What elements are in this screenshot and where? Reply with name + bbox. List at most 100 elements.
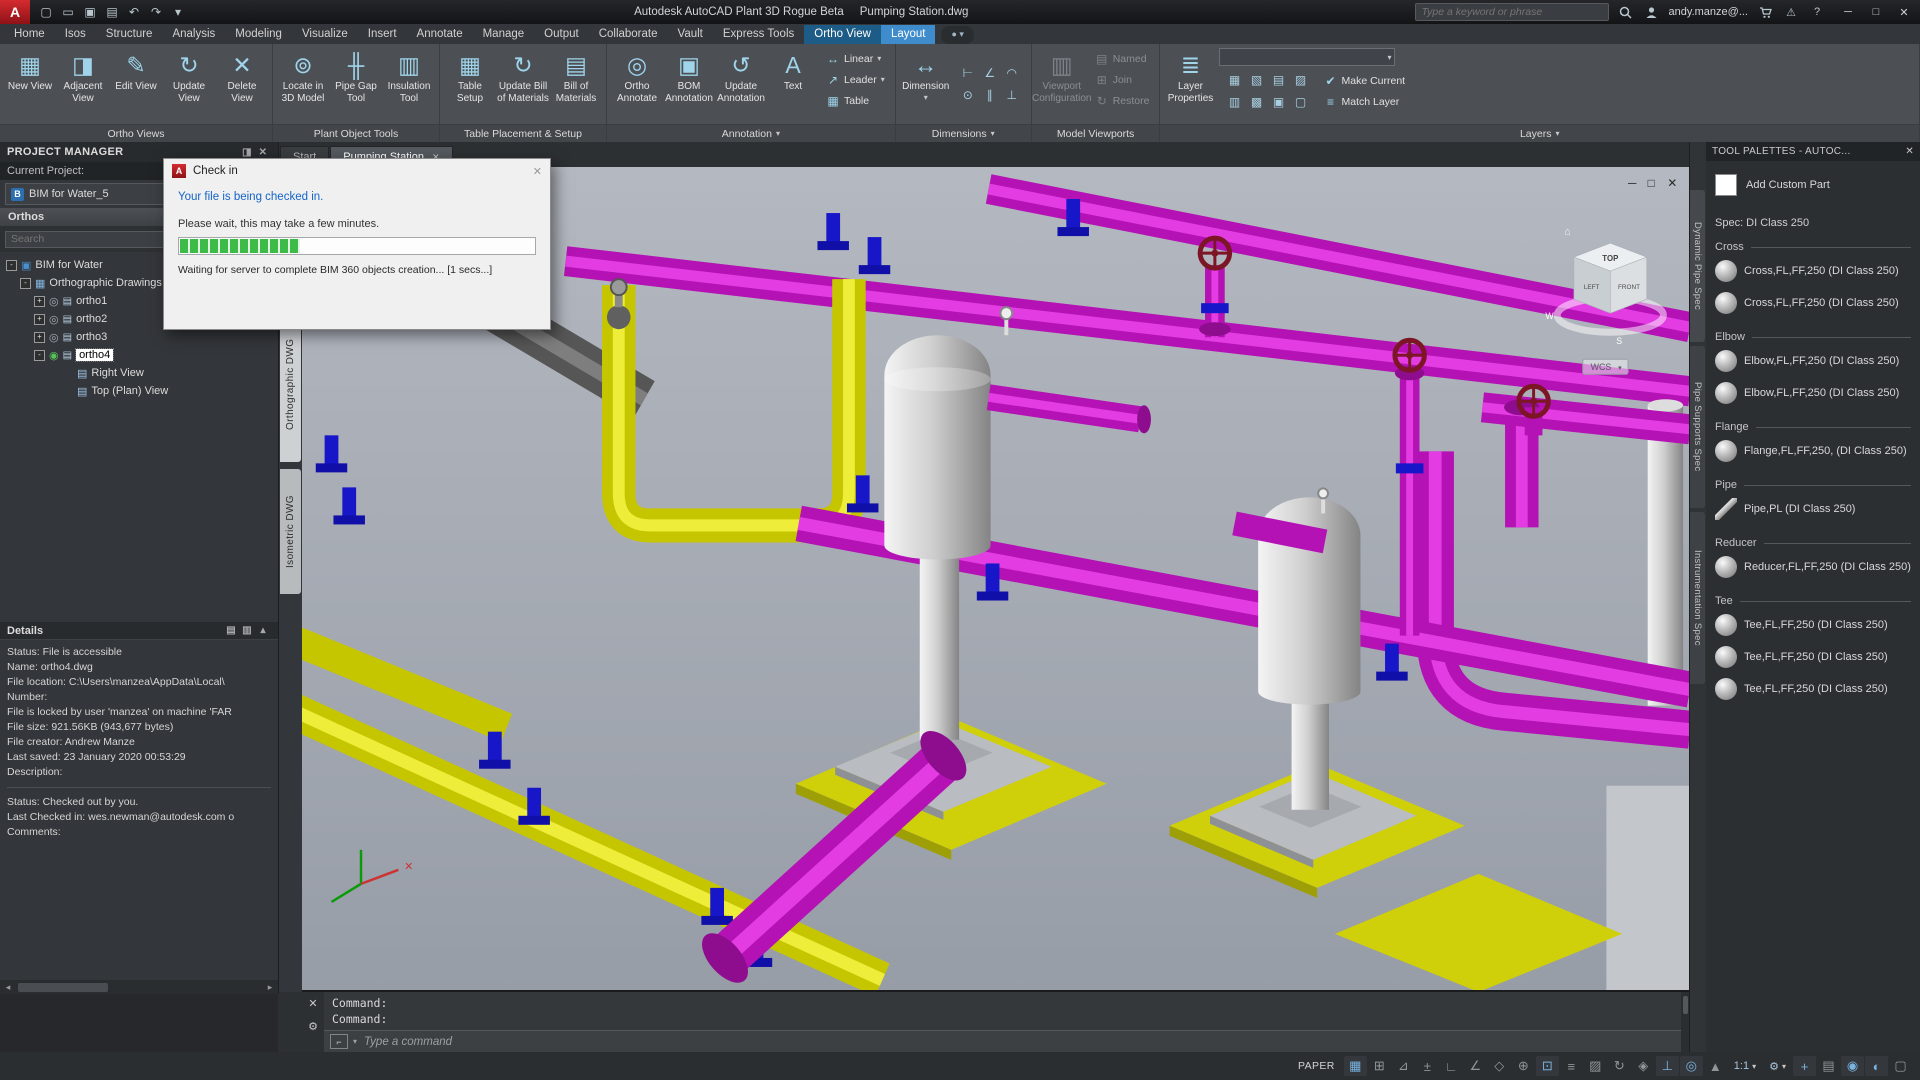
save-icon[interactable]: ▣ <box>80 2 100 22</box>
paper-space-indicator[interactable]: PAPER <box>1298 1060 1335 1072</box>
command-customize-icon[interactable]: ⚙ <box>308 1020 318 1033</box>
panel-label-ortho-views[interactable]: Ortho Views <box>0 124 272 142</box>
details-header[interactable]: Details ▤ ▥ ▴ <box>0 622 278 639</box>
part-icon[interactable] <box>1715 498 1737 520</box>
dropdown-arrow-icon[interactable]: ▾ <box>877 54 881 63</box>
chevron-down-icon[interactable]: ▾ <box>1387 53 1391 62</box>
viewport-restore-icon[interactable]: □ <box>1648 176 1655 190</box>
ribbon-small-button[interactable]: ↻ Restore <box>1091 90 1154 111</box>
dropdown-arrow-icon[interactable]: ▾ <box>924 93 928 102</box>
ribbon-button[interactable]: ╫ Pipe Gap Tool <box>330 46 382 122</box>
help-icon[interactable]: ? <box>1808 3 1826 21</box>
chevron-down-icon[interactable]: ▾ <box>353 1037 357 1046</box>
layer-tool-icon[interactable]: ▥ <box>1223 91 1245 113</box>
ribbon-button[interactable]: ✕ Delete View <box>216 46 268 122</box>
transparency-icon[interactable]: ▨ <box>1584 1056 1607 1076</box>
new-file-icon[interactable]: ▢ <box>36 2 56 22</box>
chevron-down-icon[interactable]: ▾ <box>1618 365 1622 372</box>
palette-row[interactable]: Cross,FL,FF,250 (DI Class 250) Cross,FL,… <box>1715 255 1911 287</box>
expand-toggle-icon[interactable]: + <box>34 296 45 307</box>
annotation-monitor-icon[interactable]: + <box>1793 1056 1816 1076</box>
panel-label-table-placement[interactable]: Table Placement & Setup <box>440 124 606 142</box>
viewcube-front-face[interactable]: FRONT <box>1618 284 1640 291</box>
add-custom-part-button[interactable]: Add Custom Part <box>1715 169 1911 201</box>
part-icon[interactable] <box>1715 440 1737 462</box>
palette-tab[interactable]: Instrumentation Spec <box>1690 512 1705 684</box>
3d-object-snap-icon[interactable]: ◈ <box>1632 1056 1655 1076</box>
panel-label-annotation[interactable]: Annotation ▾ <box>607 124 895 142</box>
dimension-tool-icon[interactable]: ◠ <box>1001 62 1023 84</box>
expand-toggle-icon[interactable]: - <box>34 350 45 361</box>
command-input[interactable] <box>362 1035 1675 1049</box>
pm-close-icon[interactable]: ✕ <box>255 147 271 158</box>
palette-row[interactable]: Reducer,FL,FF,250 (DI Class 250) Reducer… <box>1715 551 1911 583</box>
dimension-tool-icon[interactable]: ∠ <box>979 62 1001 84</box>
dropdown-arrow-icon[interactable]: ▾ <box>881 75 885 84</box>
ribbon-small-button[interactable]: ⊞ Join <box>1091 69 1154 90</box>
ribbon-button[interactable]: ▦ New View <box>4 46 56 122</box>
panel-label-model-viewports[interactable]: Model Viewports <box>1032 124 1160 142</box>
chevron-down-icon[interactable]: ▾ <box>1752 1062 1756 1071</box>
scrollbar-thumb[interactable] <box>18 983 108 992</box>
ribbon-button[interactable]: ▤ Bill of Materials <box>550 46 602 122</box>
layer-properties-button[interactable]: ≣ Layer Properties <box>1164 46 1216 122</box>
ribbon-small-button[interactable]: ↔ Linear ▾ <box>822 48 889 69</box>
ribbon-button[interactable]: ↺ Update Annotation <box>715 46 767 122</box>
dimension-tool-icon[interactable]: ⊙ <box>957 84 979 106</box>
quick-access-dropdown-icon[interactable]: ▾ <box>168 2 188 22</box>
part-icon[interactable] <box>1715 678 1737 700</box>
viewcube-left-face[interactable]: LEFT <box>1584 284 1600 291</box>
ribbon-tab[interactable]: Visualize <box>292 25 358 44</box>
command-close-icon[interactable]: ✕ <box>308 997 317 1010</box>
ortho-mode-icon[interactable]: ∟ <box>1440 1056 1463 1076</box>
app-store-cart-icon[interactable] <box>1756 3 1774 21</box>
graphics-performance-icon[interactable]: ◐ <box>1865 1056 1888 1076</box>
panel-label-layers[interactable]: Layers ▾ <box>1160 124 1919 142</box>
dynamic-input-icon[interactable]: ± <box>1416 1056 1439 1076</box>
details-copy-icon[interactable]: ▤ <box>223 625 239 636</box>
compass-south-label[interactable]: S <box>1616 336 1622 346</box>
sign-in-user-icon[interactable] <box>1643 3 1661 21</box>
palette-row[interactable]: Tee Tee <box>1715 595 1911 607</box>
layer-tool-icon[interactable]: ▣ <box>1267 91 1289 113</box>
expand-toggle-icon[interactable]: + <box>34 314 45 325</box>
dimension-tool-icon[interactable]: ∥ <box>979 84 1001 106</box>
selection-cycling-icon[interactable]: ↻ <box>1608 1056 1631 1076</box>
ribbon-small-button[interactable]: ✔ Make Current <box>1319 70 1409 91</box>
signed-in-user[interactable]: andy.manze@... <box>1669 6 1748 18</box>
details-collapse-icon[interactable]: ▴ <box>255 625 271 636</box>
ribbon-button[interactable]: A Text <box>767 46 819 122</box>
palette-row[interactable]: Elbow Elbow <box>1715 331 1911 343</box>
part-icon[interactable] <box>1715 350 1737 372</box>
chevron-down-icon[interactable]: ▾ <box>1782 1062 1786 1071</box>
ribbon-button[interactable]: ▥ Insulation Tool <box>383 46 435 122</box>
ribbon-tab[interactable]: Structure <box>96 25 163 44</box>
quick-properties-icon[interactable]: ▤ <box>1817 1056 1840 1076</box>
ribbon-tab[interactable]: Home <box>4 25 55 44</box>
palette-row[interactable]: Pipe,PL (DI Class 250) Pipe,PL (DI Class… <box>1715 493 1911 525</box>
grid-mode-icon[interactable]: ▦ <box>1344 1056 1367 1076</box>
ribbon-small-button[interactable]: ≡ Match Layer <box>1319 91 1409 112</box>
viewport-configuration-button[interactable]: ▥ Viewport Configuration <box>1036 46 1088 122</box>
application-menu-button[interactable]: A <box>0 0 30 24</box>
maximize-button[interactable]: □ <box>1862 0 1890 24</box>
palette-row[interactable]: Reducer Reducer <box>1715 537 1911 549</box>
palette-close-icon[interactable]: ✕ <box>1905 146 1914 157</box>
palette-row[interactable]: Tee,FL,FF,250 (DI Class 250) Tee,FL,FF,2… <box>1715 609 1911 641</box>
part-icon[interactable] <box>1715 556 1737 578</box>
pm-autohide-icon[interactable]: ◨ <box>239 147 255 158</box>
annotation-scale-selector[interactable]: 1:1 ▾ <box>1728 1060 1762 1072</box>
viewcube-top-face[interactable]: TOP <box>1602 254 1619 263</box>
lineweight-icon[interactable]: ≡ <box>1560 1056 1583 1076</box>
compass-west-label[interactable]: W <box>1545 311 1554 321</box>
command-options-icon[interactable]: ⌐ <box>330 1034 348 1049</box>
ribbon-tab[interactable]: Analysis <box>162 25 225 44</box>
ribbon-tab[interactable]: Insert <box>358 25 407 44</box>
dimension-button[interactable]: ↔ Dimension ▾ <box>900 46 952 122</box>
search-icon[interactable] <box>1617 3 1635 21</box>
layer-tool-icon[interactable]: ▦ <box>1223 69 1245 91</box>
ribbon-tab[interactable]: Isos <box>55 25 96 44</box>
palette-row[interactable]: Cross Cross <box>1715 241 1911 253</box>
ribbon-button[interactable]: ↻ Update Bill of Materials <box>497 46 549 122</box>
isolate-objects-icon[interactable]: ◉ <box>1841 1056 1864 1076</box>
